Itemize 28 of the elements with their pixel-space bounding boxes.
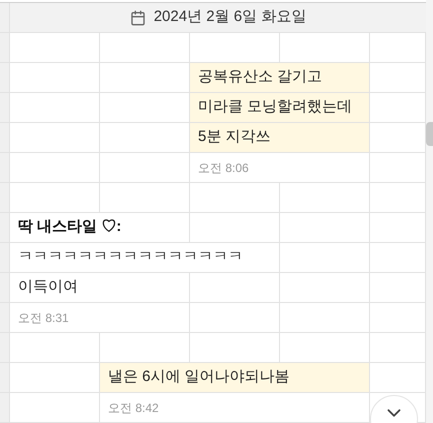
row-header — [0, 183, 10, 213]
table-cell — [370, 273, 426, 303]
message-text: ㅋㅋㅋㅋㅋㅋㅋㅋㅋㅋㅋㅋㅋㅋㅋ — [18, 247, 243, 268]
table-cell — [370, 243, 426, 273]
row-header — [0, 153, 10, 183]
row-header — [0, 93, 10, 123]
table-cell — [370, 303, 426, 333]
message-time: 오전 8:42 — [108, 400, 159, 416]
scrollbar[interactable] — [426, 0, 433, 423]
calendar-icon — [130, 10, 146, 26]
message-text: 5분 지각쓰 — [198, 127, 271, 148]
message-text: 이득이여 — [18, 277, 78, 298]
sender-name: 딱 내스타일 ♡: — [18, 217, 122, 238]
message-text: 낼은 6시에 일어나야되나봄 — [108, 367, 290, 388]
message-text: 공복유산소 갈기고 — [198, 67, 322, 88]
row-header — [0, 63, 10, 93]
table-cell — [370, 183, 426, 213]
row-header — [0, 393, 10, 423]
row-header — [0, 363, 10, 393]
message-time: 오전 8:06 — [198, 160, 249, 176]
table-cell — [370, 213, 426, 243]
date-text: 2024년 2월 6일 화요일 — [154, 7, 306, 28]
row-header — [0, 123, 10, 153]
message-time: 오전 8:31 — [18, 310, 69, 326]
scrollbar-thumb[interactable] — [426, 122, 433, 146]
row-header — [0, 333, 10, 363]
table-cell — [370, 333, 426, 363]
message-text: 미라클 모닝할려했는데 — [198, 97, 352, 118]
